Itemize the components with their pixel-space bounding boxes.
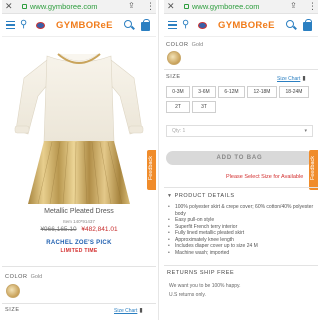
shopping-bag-icon[interactable] [303, 19, 312, 31]
quantity-placeholder: Qty: 1 [172, 128, 186, 134]
section-divider [164, 187, 318, 188]
price-block: ¥966,165.10 ¥482,841.01 [2, 226, 156, 233]
store-locator-icon[interactable]: ⚲ [182, 19, 189, 30]
search-icon[interactable] [286, 20, 294, 28]
color-value: Gold [191, 42, 204, 48]
select-size-message: Please Select Size for Available [226, 174, 304, 180]
chevron-down-icon: ▾ [304, 128, 307, 134]
product-image[interactable] [2, 38, 156, 205]
feedback-label: Feedback [310, 156, 316, 181]
store-locator-icon[interactable]: ⚲ [20, 19, 27, 30]
right-screen: ✕ www.gymboree.com ⇪ ⋮ ⚲ GYMBOReE COLOR G… [164, 0, 318, 320]
url-text[interactable]: www.gymboree.com [192, 2, 260, 11]
site-header: ⚲ GYMBOReE [2, 15, 156, 37]
product-name: Metallic Pleated Dress [44, 208, 114, 215]
size-heading: SIZE [5, 307, 20, 313]
browser-url-bar: ✕ www.gymboree.com ⇪ ⋮ [164, 0, 318, 14]
browser-url-bar: ✕ www.gymboree.com ⇪ ⋮ [2, 0, 156, 14]
section-divider [2, 303, 156, 304]
size-option-3-6m[interactable]: 3-6M [192, 86, 216, 98]
product-details-toggle[interactable]: ▼ PRODUCT DETAILS [167, 193, 235, 199]
lock-icon [22, 4, 27, 9]
promo-subline: LIMITED TIME [60, 248, 98, 254]
search-icon[interactable] [124, 20, 132, 28]
hamburger-menu-icon[interactable] [168, 21, 177, 29]
add-to-bag-button[interactable]: ADD TO BAG [166, 151, 313, 165]
feedback-tab[interactable]: Feedback [309, 150, 318, 190]
share-icon[interactable]: ⇪ [290, 1, 297, 10]
size-option-18-24m[interactable]: 18-24M [279, 86, 309, 98]
size-heading: SIZE [166, 74, 181, 80]
more-menu-icon[interactable]: ⋮ [146, 1, 155, 12]
item-number: Item 140*91437 [63, 219, 95, 224]
size-chart-link[interactable]: Size Chart ▮ [114, 307, 143, 314]
product-details-heading: PRODUCT DETAILS [174, 193, 235, 199]
feedback-label: Feedback [148, 156, 154, 181]
size-chart-label: Size Chart [114, 308, 138, 314]
size-option-0-3m[interactable]: 0-3M [166, 86, 190, 98]
dress-illustration [14, 53, 144, 205]
size-option-2t[interactable]: 2T [166, 101, 190, 113]
close-tab-icon[interactable]: ✕ [5, 1, 13, 12]
site-header: ⚲ GYMBOReE [164, 15, 318, 37]
returns-heading[interactable]: RETURNS SHIP FREE [167, 270, 234, 276]
url-text[interactable]: www.gymboree.com [30, 2, 98, 11]
share-icon[interactable]: ⇪ [128, 1, 135, 10]
more-menu-icon[interactable]: ⋮ [308, 1, 317, 12]
promo-headline: RACHEL ZOE'S PICK [46, 240, 112, 246]
screen-divider [158, 0, 159, 320]
sale-price: ¥482,841.01 [81, 226, 118, 233]
size-chart-link[interactable]: Size Chart ▮ [277, 75, 306, 82]
lock-icon [184, 4, 189, 9]
feedback-tab[interactable]: Feedback [147, 150, 156, 190]
hamburger-menu-icon[interactable] [6, 21, 15, 29]
color-label: COLOR Gold [5, 274, 42, 280]
left-screen: ✕ www.gymboree.com ⇪ ⋮ ⚲ GYMBOReE Feedba… [2, 0, 156, 320]
size-option-6-12m[interactable]: 6-12M [218, 86, 245, 98]
product-details-list: 100% polyester skirt & crepe cover; 60% … [168, 204, 316, 256]
close-tab-icon[interactable]: ✕ [167, 1, 175, 12]
returns-line-1: We want you to be 100% happy. [169, 283, 241, 289]
chevron-down-icon: ▼ [167, 193, 173, 199]
country-flag-icon[interactable] [36, 22, 45, 29]
section-divider [2, 266, 156, 267]
size-option-3t[interactable]: 3T [192, 101, 216, 113]
size-option-12-18m[interactable]: 12-18M [247, 86, 277, 98]
color-swatch-gold[interactable] [167, 51, 181, 65]
gymboree-logo[interactable]: GYMBOReE [56, 20, 113, 31]
ruler-icon: ▮ [139, 308, 143, 314]
color-heading: COLOR [5, 274, 28, 280]
list-item: 100% polyester skirt & crepe cover; 60% … [168, 204, 316, 217]
section-divider [164, 69, 318, 70]
country-flag-icon[interactable] [198, 22, 207, 29]
gymboree-logo[interactable]: GYMBOReE [218, 20, 275, 31]
color-label: COLOR Gold [166, 42, 203, 48]
size-chart-label: Size Chart [277, 76, 301, 82]
original-price: ¥966,165.10 [40, 226, 77, 233]
ruler-icon: ▮ [302, 76, 306, 82]
shopping-bag-icon[interactable] [141, 19, 150, 31]
section-divider [164, 265, 318, 266]
color-value: Gold [30, 274, 43, 280]
color-heading: COLOR [166, 42, 189, 48]
quantity-select[interactable]: Qty: 1 ▾ [166, 125, 313, 137]
returns-line-2: U.S returns only. [169, 292, 206, 298]
list-item: Machine wash; imported [168, 250, 316, 257]
color-swatch-gold[interactable] [6, 284, 20, 298]
